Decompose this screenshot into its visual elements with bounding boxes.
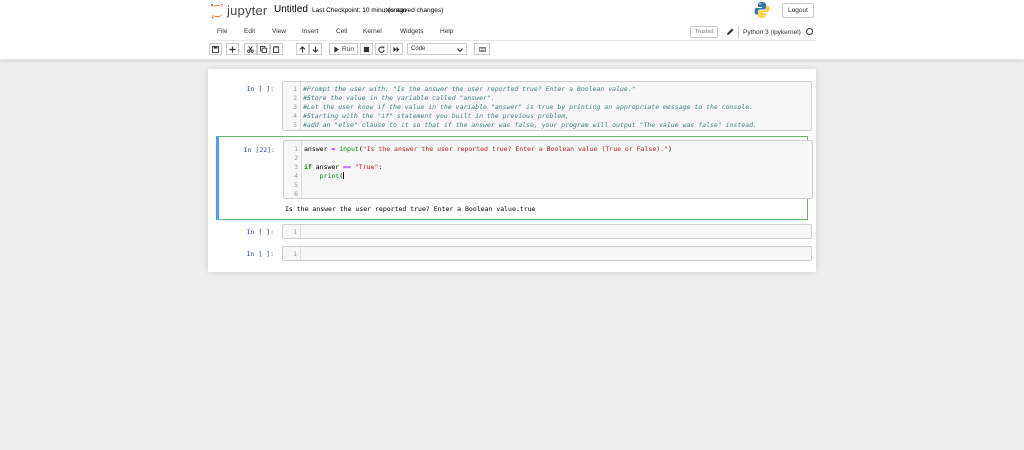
menu-kernel[interactable]: Kernel	[363, 28, 382, 35]
command-palette-button[interactable]	[474, 43, 490, 55]
arrow-up-icon	[299, 45, 306, 53]
cut-icon	[247, 45, 254, 53]
code-editor[interactable]: 1	[282, 224, 812, 239]
plus-icon	[229, 45, 236, 53]
cell-type-value: Code	[411, 46, 426, 52]
code-line: 5 #add an "else" clause to it so that if …	[293, 121, 757, 129]
menu-file[interactable]: File	[217, 28, 227, 35]
notebook-header: jupyter Untitled Last Checkpoint: 10 min…	[0, 0, 1024, 60]
cell-prompt: In [ ]:	[246, 228, 274, 236]
chevron-down-icon	[457, 48, 463, 53]
save-button[interactable]	[209, 43, 222, 55]
jupyter-logo-icon	[211, 3, 223, 19]
menubar: File Edit View Insert Cell Kernel Widget…	[208, 24, 816, 41]
code-cell[interactable]: In [ ]: 1	[216, 223, 812, 243]
notebook-container: In [ ]: 1 #Prompt the user with: "Is the …	[208, 69, 816, 272]
save-icon	[212, 45, 219, 53]
cell-prompt: In [22]:	[243, 146, 275, 154]
toolbar: Run Code	[208, 43, 816, 57]
copy-icon	[260, 45, 267, 53]
kernel-name[interactable]: Python 3 (ipykernel)	[738, 26, 805, 38]
code-line: 1 #Prompt the user with: "Is the answer t…	[293, 85, 636, 93]
code-line: 2 #Store the value in the variable called…	[293, 94, 495, 102]
kernel-idle-icon	[806, 28, 813, 35]
menu-insert[interactable]: Insert	[302, 28, 318, 35]
notebook-title[interactable]: Untitled	[274, 4, 308, 15]
restart-icon	[378, 45, 385, 53]
menu-view[interactable]: View	[272, 28, 286, 35]
header-row: jupyter Untitled Last Checkpoint: 10 min…	[208, 0, 816, 22]
code-line: 3 if answer == "True":	[294, 163, 383, 171]
code-line: 6	[294, 190, 298, 198]
python-logo-icon	[754, 2, 770, 18]
code-line: 1	[293, 250, 297, 258]
fast-forward-icon	[393, 46, 400, 52]
code-editor[interactable]: 1 #Prompt the user with: "Is the answer t…	[282, 81, 812, 131]
cut-button[interactable]	[244, 43, 257, 55]
pencil-icon[interactable]	[725, 27, 735, 37]
run-icon	[334, 45, 340, 53]
paste-icon	[273, 45, 280, 53]
copy-button[interactable]	[257, 43, 270, 55]
code-cell[interactable]: In [ ]: 1	[216, 245, 812, 265]
menu-help[interactable]: Help	[440, 28, 453, 35]
code-editor[interactable]: 1	[282, 246, 812, 261]
run-button[interactable]: Run	[329, 43, 358, 55]
stop-icon	[363, 46, 370, 52]
insert-cell-button[interactable]	[226, 43, 239, 55]
menu-widgets[interactable]: Widgets	[400, 28, 423, 35]
interrupt-button[interactable]	[360, 43, 373, 55]
logo-text: jupyter	[227, 3, 268, 18]
paste-button[interactable]	[270, 43, 283, 55]
code-line: 5	[294, 181, 298, 189]
code-editor[interactable]: 1 answer = input("Is the answer the user …	[283, 140, 813, 199]
code-cell-selected[interactable]: In [22]: 1 answer = input("Is the answer …	[216, 136, 813, 220]
move-down-button[interactable]	[309, 43, 322, 55]
cell-type-select[interactable]: Code	[407, 43, 467, 55]
code-line: 4 #Starting with the "if" statement you b…	[293, 112, 570, 120]
menu-edit[interactable]: Edit	[244, 28, 255, 35]
cell-output: Is the answer the user reported true? En…	[285, 205, 536, 213]
code-line: 2	[294, 154, 298, 162]
cell-prompt: In [ ]:	[246, 250, 274, 258]
logout-button[interactable]: Logout	[782, 3, 814, 18]
cell-prompt: In [ ]:	[246, 85, 274, 93]
unsaved-status: (unsaved changes)	[388, 7, 444, 14]
restart-run-all-button[interactable]	[390, 43, 403, 55]
code-line: 1	[293, 228, 297, 236]
keyboard-icon	[478, 46, 486, 52]
trusted-badge[interactable]: Trusted	[690, 26, 719, 38]
move-up-button[interactable]	[296, 43, 309, 55]
code-line: 4 print(	[294, 172, 345, 180]
menu-cell[interactable]: Cell	[336, 28, 347, 35]
arrow-down-icon	[312, 45, 319, 53]
run-label: Run	[342, 45, 354, 53]
text-cursor	[343, 172, 345, 179]
code-cell[interactable]: In [ ]: 1 #Prompt the user with: "Is the …	[216, 77, 812, 135]
code-line: 1 answer = input("Is the answer the user …	[294, 145, 672, 153]
restart-button[interactable]	[375, 43, 388, 55]
jupyter-logo[interactable]: jupyter	[210, 2, 270, 20]
code-line: 3 #Let the user know if the value in the …	[293, 103, 754, 111]
